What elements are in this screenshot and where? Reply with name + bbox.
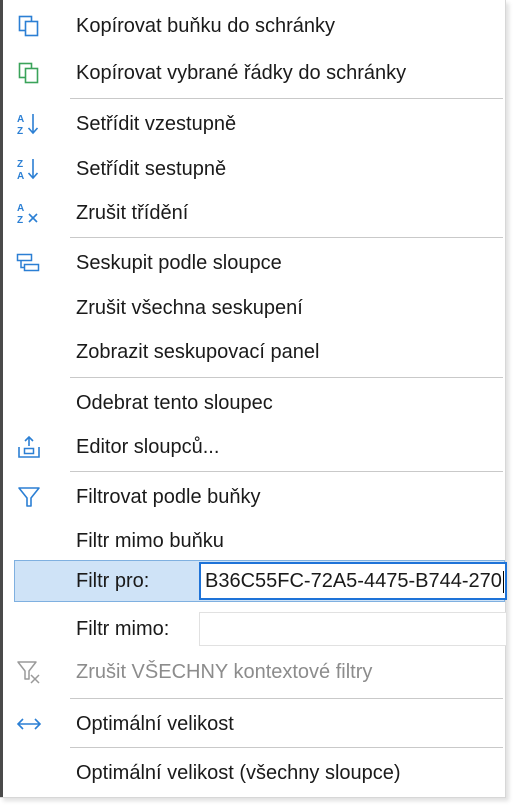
column-editor-icon [15, 433, 43, 461]
menu-separator [70, 98, 503, 99]
menu-item-optimal-size[interactable]: Optimální velikost [3, 702, 503, 746]
svg-text:Z: Z [17, 215, 23, 226]
menu-item-label: Kopírovat buňku do schránky [76, 15, 336, 37]
menu-separator [70, 471, 503, 472]
menu-item-filter-for[interactable]: Filtr pro: B36C55FC-72A5-4475-B744-270 [3, 559, 507, 603]
menu-item-remove-column[interactable]: Odebrat tento sloupec [3, 381, 503, 425]
menu-item-label: Kopírovat vybrané řádky do schránky [76, 62, 407, 84]
menu-item-sort-ascending[interactable]: A Z Setřídit vzestupně [3, 102, 503, 146]
filter-for-label: Filtr pro: [76, 570, 150, 592]
resize-horizontal-icon [15, 710, 43, 738]
menu-item-label: Zobrazit seskupovací panel [76, 341, 320, 363]
menu-item-filter-by-cell[interactable]: Filtrovat podle buňky [3, 475, 503, 519]
menu-item-label: Filtr mimo buňku [76, 530, 224, 552]
menu-item-label: Zrušit všechna seskupení [76, 297, 303, 319]
filter-for-input[interactable]: B36C55FC-72A5-4475-B744-270 [199, 562, 507, 600]
svg-text:Z: Z [17, 159, 23, 170]
menu-item-copy-cell[interactable]: Kopírovat buňku do schránky [3, 4, 503, 48]
menu-item-column-editor[interactable]: Editor sloupců... [3, 425, 503, 469]
menu-item-label: Seskupit podle sloupce [76, 252, 282, 274]
menu-item-label: Setřídit vzestupně [76, 113, 237, 135]
text-caret [502, 570, 504, 593]
menu-separator [70, 237, 503, 238]
context-menu: Kopírovat buňku do schránky Kopírovat vy… [0, 0, 507, 798]
clear-sort-icon: A Z [15, 199, 43, 227]
copy-cell-icon [15, 12, 43, 40]
menu-separator [70, 377, 503, 378]
group-by-column-icon [15, 249, 43, 277]
menu-item-label: Optimální velikost (všechny sloupce) [76, 762, 401, 784]
filter-except-input[interactable] [199, 612, 507, 646]
menu-separator [70, 698, 503, 699]
menu-item-show-group-panel[interactable]: Zobrazit seskupovací panel [3, 330, 503, 374]
menu-item-copy-rows[interactable]: Kopírovat vybrané řádky do schránky [3, 51, 503, 95]
menu-item-label: Editor sloupců... [76, 436, 220, 458]
svg-text:A: A [17, 203, 24, 214]
menu-item-label: Filtrovat podle buňky [76, 486, 261, 508]
menu-item-clear-sort[interactable]: A Z Zrušit třídění [3, 191, 503, 235]
filter-icon [15, 483, 43, 511]
clear-filters-icon [15, 658, 43, 686]
menu-item-label: Zrušit třídění [76, 202, 189, 224]
filter-except-label: Filtr mimo: [76, 618, 170, 640]
sort-descending-icon: Z A [15, 155, 43, 183]
copy-rows-icon [15, 59, 43, 87]
menu-item-clear-groups[interactable]: Zrušit všechna seskupení [3, 286, 503, 330]
sort-ascending-icon: A Z [15, 110, 43, 138]
svg-text:Z: Z [17, 126, 23, 137]
filter-for-value: B36C55FC-72A5-4475-B744-270 [205, 570, 502, 592]
svg-text:A: A [17, 114, 24, 125]
menu-separator [70, 747, 503, 748]
menu-item-clear-all-filters: Zrušit VŠECHNY kontextové filtry [3, 650, 503, 694]
menu-item-filter-except[interactable]: Filtr mimo: [3, 607, 507, 651]
svg-text:A: A [17, 171, 24, 182]
menu-item-label: Zrušit VŠECHNY kontextové filtry [76, 661, 373, 683]
menu-item-label: Optimální velikost [76, 713, 234, 735]
menu-item-label: Setřídit sestupně [76, 158, 227, 180]
menu-item-label: Odebrat tento sloupec [76, 392, 273, 414]
menu-item-group-by-column[interactable]: Seskupit podle sloupce [3, 241, 503, 285]
menu-item-filter-except-cell[interactable]: Filtr mimo buňku [3, 519, 503, 563]
menu-item-sort-descending[interactable]: Z A Setřídit sestupně [3, 147, 503, 191]
menu-item-optimal-size-all[interactable]: Optimální velikost (všechny sloupce) [3, 751, 503, 795]
